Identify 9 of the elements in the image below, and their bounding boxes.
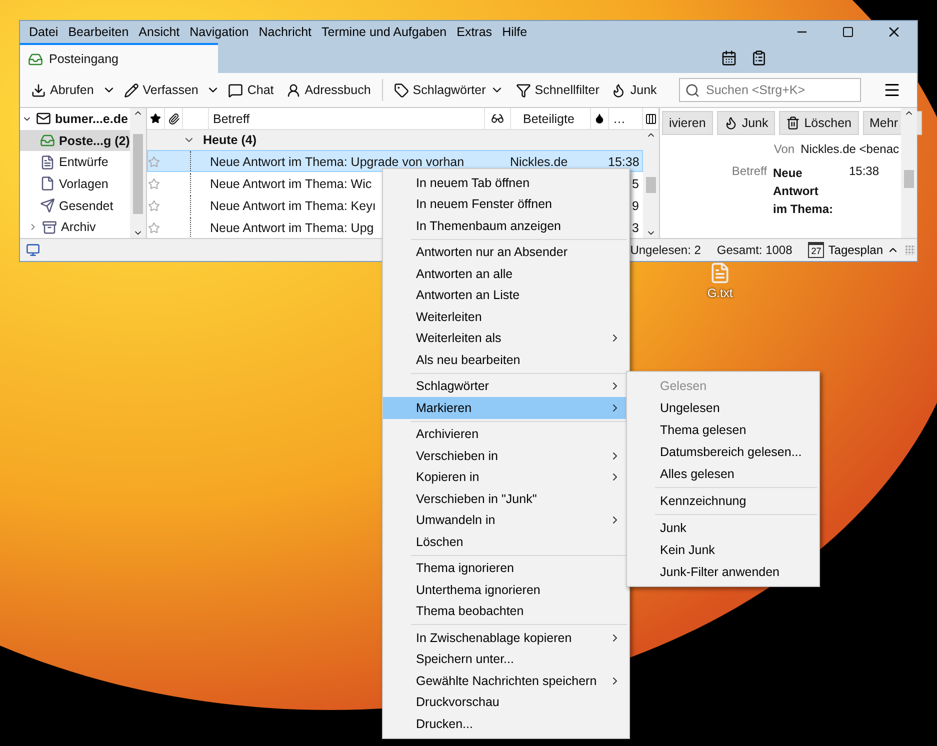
unread-count: Ungelesen: 2 (630, 243, 701, 257)
time-text: 15:38 (849, 164, 880, 180)
icon-label: G.txt (707, 286, 733, 300)
header-label: Von (772, 142, 795, 156)
total-count: Gesamt: 1008 (716, 243, 792, 257)
subject-text: Neue Antwort im Thema: (773, 165, 833, 218)
group-label: Heute (4) (203, 133, 256, 147)
sender-text: Nickles.de <benac (800, 142, 899, 156)
header-label: Betreff (730, 164, 767, 180)
